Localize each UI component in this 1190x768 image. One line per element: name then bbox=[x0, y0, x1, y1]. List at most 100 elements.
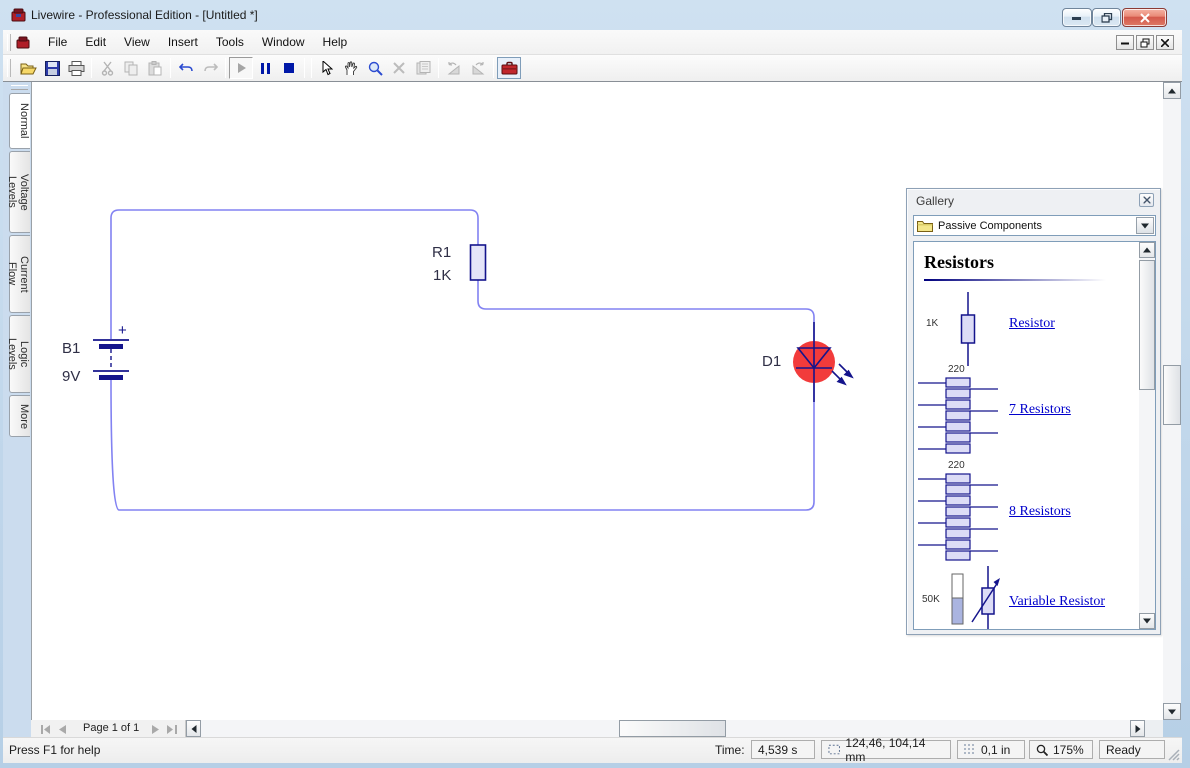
tab-logic-levels[interactable]: Logic Levels bbox=[9, 315, 30, 393]
open-button[interactable] bbox=[16, 57, 40, 79]
7-resistors-icon[interactable] bbox=[918, 376, 998, 456]
7-resistors-link[interactable]: 7 Resistors bbox=[1009, 402, 1071, 418]
delete-tool-button[interactable] bbox=[387, 57, 411, 79]
menu-window[interactable]: Window bbox=[253, 30, 314, 55]
gallery-scrollbar[interactable] bbox=[1139, 242, 1155, 629]
close-icon bbox=[1140, 13, 1150, 23]
menu-help[interactable]: Help bbox=[314, 30, 357, 55]
gallery-category-combobox[interactable]: Passive Components bbox=[913, 215, 1156, 236]
undo-button[interactable] bbox=[174, 57, 198, 79]
view-tabs-sidebar: Normal Voltage Levels Current Flow Logic… bbox=[3, 81, 31, 737]
select-cursor-icon bbox=[322, 61, 333, 76]
delete-icon bbox=[393, 62, 405, 74]
mdi-close-button[interactable] bbox=[1156, 35, 1174, 50]
toolbox-button[interactable] bbox=[497, 57, 521, 79]
canvas-vscroll-thumb[interactable] bbox=[1163, 365, 1181, 425]
toolbar bbox=[3, 55, 1182, 81]
menu-insert[interactable]: Insert bbox=[159, 30, 207, 55]
sidebar-grip[interactable] bbox=[11, 85, 28, 90]
minimize-button[interactable] bbox=[1062, 8, 1092, 27]
rotate-right-icon bbox=[470, 62, 486, 75]
toolbar-grip[interactable] bbox=[7, 59, 11, 77]
print-button[interactable] bbox=[64, 57, 88, 79]
close-button[interactable] bbox=[1122, 8, 1167, 27]
resistor-link[interactable]: Resistor bbox=[1009, 316, 1055, 332]
page-indicator: Page 1 of 1 bbox=[83, 722, 139, 734]
resistor-icon[interactable] bbox=[948, 292, 988, 366]
gallery-scroll-down-button[interactable] bbox=[1139, 613, 1155, 629]
gallery-close-button[interactable] bbox=[1139, 193, 1154, 207]
gallery-scroll-up-button[interactable] bbox=[1139, 242, 1155, 258]
menu-view[interactable]: View bbox=[115, 30, 159, 55]
rotate-left-button[interactable] bbox=[442, 57, 466, 79]
tab-more[interactable]: More bbox=[9, 395, 30, 437]
stop-button[interactable] bbox=[277, 57, 301, 79]
battery-component[interactable]: + B1 9V bbox=[62, 322, 129, 385]
status-zoom-value: 175% bbox=[1053, 743, 1084, 757]
restore-button[interactable] bbox=[1092, 8, 1121, 27]
next-page-button[interactable] bbox=[149, 721, 163, 736]
redo-button[interactable] bbox=[198, 57, 222, 79]
gallery-item-resistor[interactable]: 1K Resistor bbox=[914, 290, 1139, 370]
tab-current-flow[interactable]: Current Flow bbox=[9, 235, 30, 313]
pan-tool-button[interactable] bbox=[339, 57, 363, 79]
last-page-button[interactable] bbox=[165, 721, 179, 736]
7-resistors-value-label: 220 bbox=[948, 364, 965, 375]
led-component[interactable]: D1 bbox=[762, 322, 852, 402]
canvas-scroll-up-button[interactable] bbox=[1163, 82, 1181, 99]
copy-icon bbox=[124, 61, 138, 76]
menu-tools[interactable]: Tools bbox=[207, 30, 253, 55]
gallery-toggle-button[interactable] bbox=[411, 57, 435, 79]
gallery-category-dropdown-button[interactable] bbox=[1136, 217, 1154, 234]
gallery-item-7-resistors[interactable]: 220 bbox=[914, 364, 1139, 458]
canvas-hscroll-thumb[interactable] bbox=[619, 720, 726, 737]
previous-page-button[interactable] bbox=[56, 721, 70, 736]
resistor-component[interactable]: R1 1K bbox=[432, 244, 486, 284]
canvas-scroll-left-button[interactable] bbox=[186, 720, 201, 737]
page-navigator: Page 1 of 1 bbox=[31, 720, 186, 737]
variable-resistor-link[interactable]: Variable Resistor bbox=[1009, 594, 1105, 610]
variable-resistor-icon[interactable] bbox=[944, 566, 1004, 630]
gallery-scroll-thumb[interactable] bbox=[1139, 260, 1155, 390]
resize-grip[interactable] bbox=[1167, 748, 1180, 761]
grid-icon bbox=[964, 744, 976, 756]
8-resistors-link[interactable]: 8 Resistors bbox=[1009, 504, 1071, 520]
schematic-canvas[interactable]: + B1 9V R1 1K D1 bbox=[31, 82, 1163, 720]
wires[interactable] bbox=[111, 210, 814, 510]
gallery-panel: Gallery Passive Components Resistors bbox=[906, 188, 1161, 635]
gallery-section-header: Resistors bbox=[924, 252, 994, 273]
undo-icon bbox=[179, 62, 194, 74]
zoom-tool-button[interactable] bbox=[363, 57, 387, 79]
toolbar-separator bbox=[311, 58, 312, 78]
gallery-item-variable-resistor[interactable]: 50K Variable Resistor bbox=[914, 566, 1139, 630]
rotate-right-button[interactable] bbox=[466, 57, 490, 79]
canvas-horizontal-scrollbar[interactable] bbox=[186, 720, 1145, 737]
toolbar-separator bbox=[493, 58, 494, 78]
menu-file[interactable]: File bbox=[39, 30, 76, 55]
tab-voltage-levels[interactable]: Voltage Levels bbox=[9, 151, 30, 233]
previous-page-icon bbox=[59, 725, 66, 734]
copy-button[interactable] bbox=[119, 57, 143, 79]
canvas-scroll-down-button[interactable] bbox=[1163, 703, 1181, 720]
first-page-button[interactable] bbox=[39, 721, 53, 736]
select-tool-button[interactable] bbox=[315, 57, 339, 79]
tab-normal[interactable]: Normal bbox=[9, 93, 30, 149]
mdi-close-icon bbox=[1161, 39, 1169, 47]
status-coordinates-panel: 124,46, 104,14 mm bbox=[821, 740, 951, 759]
save-icon bbox=[45, 61, 60, 76]
pause-button[interactable] bbox=[253, 57, 277, 79]
menubar-grip[interactable] bbox=[7, 34, 11, 51]
resistor-value-label: 1K bbox=[926, 318, 938, 329]
8-resistors-icon[interactable] bbox=[918, 472, 998, 562]
canvas-scroll-right-button[interactable] bbox=[1130, 720, 1145, 737]
mdi-restore-button[interactable] bbox=[1136, 35, 1154, 50]
run-button[interactable] bbox=[229, 57, 253, 79]
gallery-item-8-resistors[interactable]: 220 bbox=[914, 460, 1139, 564]
scroll-up-icon bbox=[1143, 248, 1151, 253]
paste-button[interactable] bbox=[143, 57, 167, 79]
mdi-minimize-button[interactable] bbox=[1116, 35, 1134, 50]
cut-button[interactable] bbox=[95, 57, 119, 79]
menu-edit[interactable]: Edit bbox=[76, 30, 115, 55]
canvas-vertical-scrollbar[interactable] bbox=[1163, 82, 1181, 720]
save-button[interactable] bbox=[40, 57, 64, 79]
